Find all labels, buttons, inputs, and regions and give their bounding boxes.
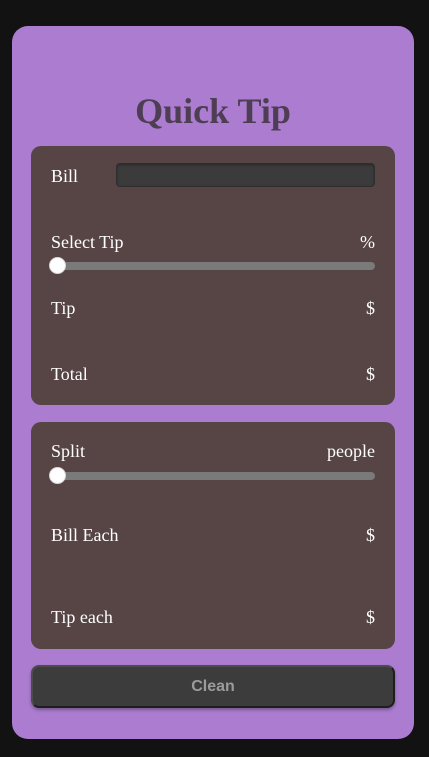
tip-percent-slider[interactable]: [49, 256, 375, 276]
bill-each-label: Bill Each: [51, 525, 119, 545]
select-tip-label: Select Tip: [51, 232, 124, 252]
split-label: Split: [51, 441, 86, 461]
clean-button[interactable]: Clean: [31, 665, 395, 708]
tip-amount: $: [366, 298, 375, 318]
tip-slider-thumb[interactable]: [49, 257, 66, 274]
total-label: Total: [51, 364, 88, 384]
quick-tip-app: Quick Tip Bill Select Tip % Tip $ Total …: [12, 26, 414, 739]
total-amount: $: [366, 364, 375, 384]
bill-label: Bill: [51, 166, 79, 186]
tip-slider-track[interactable]: [55, 262, 375, 270]
bill-input[interactable]: [116, 163, 375, 187]
tip-label: Tip: [51, 298, 76, 318]
tip-percent-display: %: [360, 232, 375, 252]
split-slider-track[interactable]: [55, 472, 375, 480]
split-card: Split people Bill Each $ Tip each $: [31, 422, 395, 649]
people-label: people: [327, 441, 375, 461]
split-slider-thumb[interactable]: [49, 467, 66, 484]
tip-each-label: Tip each: [51, 607, 113, 627]
tip-each-amount: $: [366, 607, 375, 627]
page-title: Quick Tip: [135, 91, 291, 131]
bill-card: Bill Select Tip % Tip $ Total $: [31, 146, 395, 405]
bill-each-amount: $: [366, 525, 375, 545]
split-people-slider[interactable]: [49, 466, 375, 486]
